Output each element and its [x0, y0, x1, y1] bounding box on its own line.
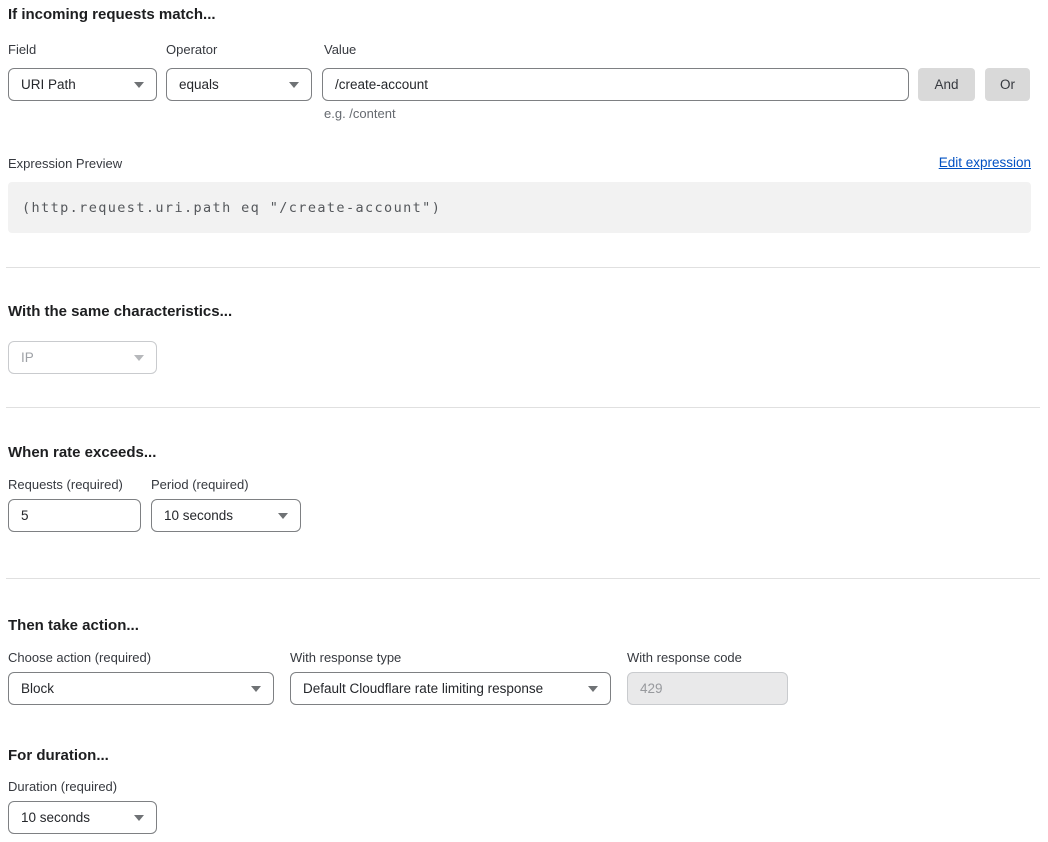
or-button[interactable]: Or	[985, 68, 1030, 101]
section-divider	[6, 407, 1040, 408]
expression-preview-label: Expression Preview	[8, 156, 122, 171]
requests-input[interactable]	[8, 499, 141, 532]
period-select[interactable]: 10 seconds	[151, 499, 301, 532]
choose-action-select[interactable]: Block	[8, 672, 274, 705]
characteristic-select-value: IP	[21, 350, 34, 365]
chevron-down-icon	[588, 686, 598, 692]
operator-select[interactable]: equals	[166, 68, 312, 101]
expression-preview-block: (http.request.uri.path eq "/create-accou…	[8, 182, 1031, 233]
chevron-down-icon	[289, 82, 299, 88]
duration-select-value: 10 seconds	[21, 810, 90, 825]
value-hint: e.g. /content	[324, 106, 396, 121]
period-select-value: 10 seconds	[164, 508, 233, 523]
response-type-select[interactable]: Default Cloudflare rate limiting respons…	[290, 672, 611, 705]
chevron-down-icon	[134, 815, 144, 821]
action-section-title: Then take action...	[8, 617, 139, 634]
choose-action-select-value: Block	[21, 681, 54, 696]
choose-action-label: Choose action (required)	[8, 650, 151, 665]
chevron-down-icon	[134, 355, 144, 361]
response-code-input	[627, 672, 788, 705]
expression-preview-text: (http.request.uri.path eq "/create-accou…	[22, 200, 441, 216]
rate-limiting-rule-form: If incoming requests match... Field Oper…	[0, 0, 1048, 842]
response-type-label: With response type	[290, 650, 401, 665]
period-label: Period (required)	[151, 477, 249, 492]
rate-section-title: When rate exceeds...	[8, 444, 156, 461]
duration-select[interactable]: 10 seconds	[8, 801, 157, 834]
and-button[interactable]: And	[918, 68, 975, 101]
value-input[interactable]	[322, 68, 909, 101]
chevron-down-icon	[278, 513, 288, 519]
chevron-down-icon	[134, 82, 144, 88]
operator-select-value: equals	[179, 77, 219, 92]
section-divider	[6, 267, 1040, 268]
chevron-down-icon	[251, 686, 261, 692]
value-label: Value	[324, 42, 356, 57]
match-section-title: If incoming requests match...	[8, 6, 216, 23]
requests-label: Requests (required)	[8, 477, 123, 492]
characteristics-section-title: With the same characteristics...	[8, 303, 232, 320]
edit-expression-link[interactable]: Edit expression	[939, 155, 1031, 170]
duration-section-title: For duration...	[8, 747, 109, 764]
field-select-value: URI Path	[21, 77, 76, 92]
duration-label: Duration (required)	[8, 779, 117, 794]
response-type-select-value: Default Cloudflare rate limiting respons…	[303, 681, 543, 696]
characteristic-select: IP	[8, 341, 157, 374]
field-select[interactable]: URI Path	[8, 68, 157, 101]
operator-label: Operator	[166, 42, 217, 57]
field-label: Field	[8, 42, 36, 57]
response-code-label: With response code	[627, 650, 742, 665]
section-divider	[6, 578, 1040, 579]
